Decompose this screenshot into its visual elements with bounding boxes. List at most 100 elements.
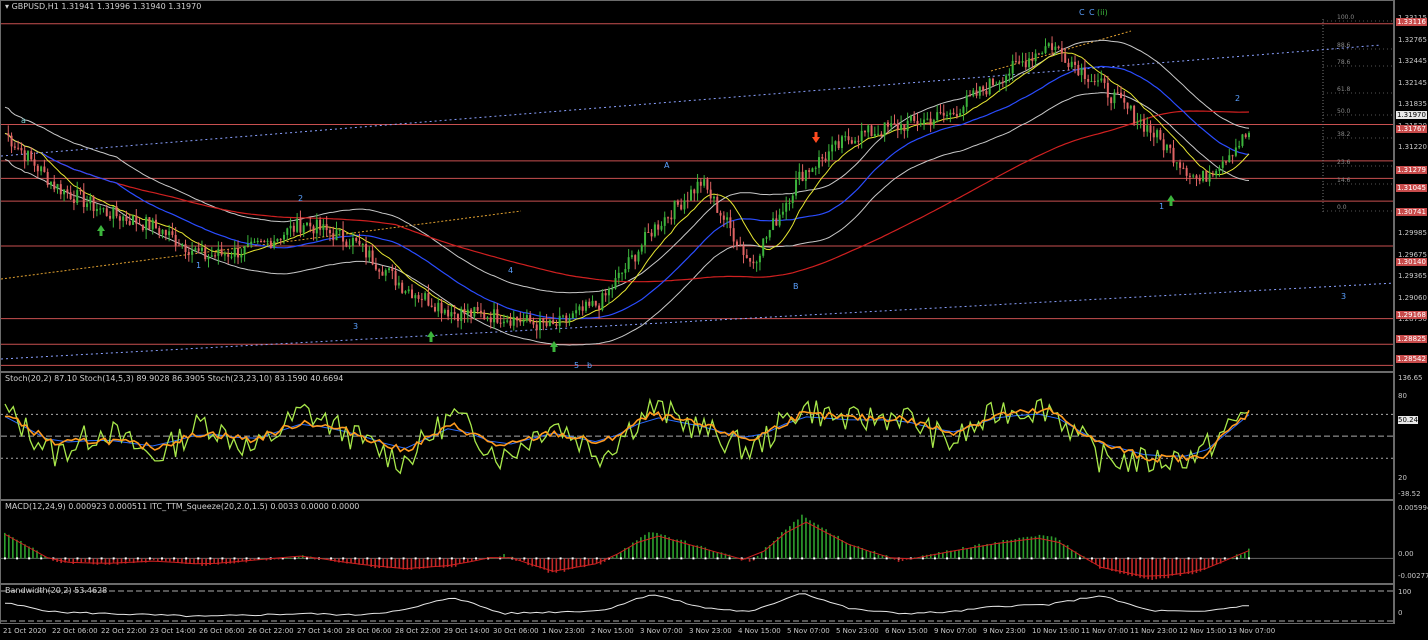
candle-body: [1218, 167, 1221, 172]
candle-body: [36, 165, 39, 172]
squeeze-dot: [559, 557, 562, 560]
candle-body: [282, 234, 285, 240]
squeeze-dot: [1103, 557, 1106, 560]
macd-histogram-bar: [454, 558, 457, 567]
dropdown-triangle-icon[interactable]: ▾: [5, 2, 9, 11]
candle-body: [670, 217, 673, 220]
candle-body: [877, 133, 880, 135]
elliott-wave-label: 1: [196, 261, 201, 270]
squeeze-dot: [76, 557, 79, 560]
elliott-wave-label: A: [664, 161, 670, 170]
candle-body: [200, 247, 203, 251]
candle-body: [532, 321, 535, 325]
candle-body: [880, 133, 883, 136]
candle-body: [844, 136, 847, 138]
candle-body: [109, 215, 112, 219]
candle-body: [519, 320, 522, 323]
candle-body: [430, 305, 433, 307]
macd-histogram-bar: [982, 545, 984, 559]
elliott-wave-label: 4: [508, 266, 513, 275]
candle-body: [358, 240, 361, 245]
squeeze-dot: [885, 557, 888, 560]
candle-body: [401, 282, 404, 293]
candle-body: [1195, 175, 1198, 179]
stochastic-axis: 136.65 80 50.24 20 -38.52: [1394, 372, 1428, 500]
squeeze-dot: [716, 557, 719, 560]
candle-body: [732, 228, 735, 242]
candle-body: [1103, 78, 1106, 83]
candle-body: [1110, 97, 1113, 104]
macd-histogram-bar: [559, 558, 562, 571]
squeeze-dot: [1248, 557, 1250, 560]
candle-body: [197, 248, 200, 251]
candle-body: [118, 216, 121, 221]
candle-body: [1169, 144, 1172, 148]
candle-body: [1241, 134, 1244, 146]
candle-body: [1202, 170, 1205, 181]
candle-body: [607, 289, 610, 296]
squeeze-dot: [1187, 557, 1190, 560]
candle-body: [598, 305, 601, 310]
squeeze-dot: [933, 557, 936, 560]
candle-body: [227, 254, 230, 257]
candle-body: [827, 151, 830, 161]
candle-body: [105, 208, 108, 216]
candle-body: [20, 147, 23, 151]
candle-body: [821, 157, 824, 159]
macd-histogram-bar: [1151, 558, 1153, 580]
candle-body: [535, 324, 538, 331]
squeeze-dot: [958, 557, 961, 560]
candle-body: [735, 241, 738, 246]
squeeze-dot: [632, 557, 635, 560]
candle-body: [378, 269, 381, 272]
stochastic-pane[interactable]: Stoch(20,2) 87.10 Stoch(14,5,3) 89.9028 …: [0, 372, 1394, 500]
macd-histogram-bar: [877, 554, 880, 559]
time-axis-label: 27 Oct 14:00: [297, 627, 343, 635]
macd-histogram-bar: [1243, 552, 1246, 559]
macd-histogram-bar: [889, 558, 892, 560]
candle-body: [1156, 130, 1159, 138]
squeeze-dot: [402, 557, 405, 560]
squeeze-dot: [148, 557, 151, 560]
candle-body: [204, 247, 207, 260]
candle-body: [181, 244, 184, 246]
candle-body: [1133, 105, 1136, 124]
candle-body: [824, 158, 827, 161]
candle-body: [89, 196, 92, 204]
macd-histogram-bar: [1062, 544, 1065, 559]
squeeze-dot: [970, 557, 973, 560]
macd-histogram-bar: [8, 534, 10, 559]
candle-body: [673, 200, 676, 220]
candle-body: [1070, 61, 1073, 68]
candle-body: [69, 192, 72, 200]
macd-histogram-bar: [24, 544, 26, 559]
macd-histogram-bar: [672, 539, 674, 559]
current-price-tag: 1.31970: [1396, 111, 1427, 119]
candle-body: [680, 204, 683, 210]
elliott-wave-label: 3: [353, 322, 358, 331]
candle-body: [1211, 174, 1214, 176]
time-axis-label: 9 Nov 23:00: [983, 627, 1026, 635]
sell-arrow-icon: [812, 132, 820, 143]
candle-body: [1106, 82, 1109, 98]
bandwidth-pane[interactable]: Bandwidth(20,2) 53.4628: [0, 584, 1394, 624]
candle-body: [187, 252, 190, 255]
candle-body: [1231, 155, 1234, 157]
macd-histogram-bar: [297, 556, 300, 559]
price-chart-pane[interactable]: ▾ GBPUSD,H1 1.31941 1.31996 1.31940 1.31…: [0, 0, 1394, 372]
macd-histogram-bar: [797, 519, 799, 559]
candle-body: [548, 320, 551, 327]
candle-body: [1185, 167, 1188, 176]
time-axis-label: 26 Oct 06:00: [199, 627, 245, 635]
candle-body: [873, 133, 876, 136]
time-axis-label: 21 Oct 2020: [3, 627, 47, 635]
candle-body: [43, 166, 46, 173]
candle-body: [985, 90, 988, 95]
candle-body: [1008, 73, 1011, 76]
macd-histogram-bar: [1135, 558, 1137, 577]
macd-histogram-bar: [676, 539, 678, 559]
macd-histogram-bar: [849, 544, 852, 559]
squeeze-dot: [1139, 557, 1142, 560]
macd-pane[interactable]: MACD(12,24,9) 0.000923 0.000511 ITC_TTM_…: [0, 500, 1394, 584]
candle-body: [900, 124, 903, 131]
